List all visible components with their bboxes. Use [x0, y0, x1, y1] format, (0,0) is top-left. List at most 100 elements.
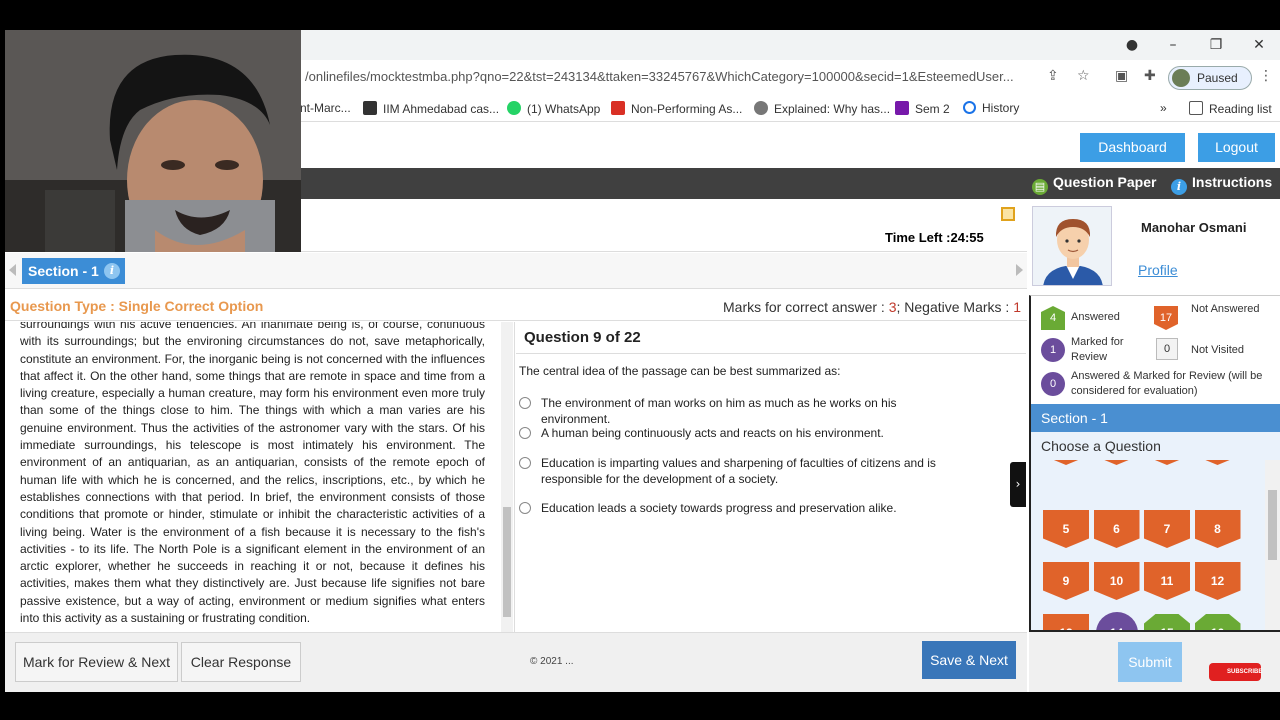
palette-partial-button[interactable] [1144, 460, 1190, 465]
star-icon[interactable]: ☆ [1077, 68, 1090, 84]
close-button[interactable]: ✕ [1244, 34, 1274, 56]
question-paper-link[interactable]: ▤ Question Paper [1032, 174, 1156, 195]
bookmark-label: (1) WhatsApp [527, 102, 601, 116]
question-button-5[interactable]: 5 [1043, 510, 1089, 548]
correct-marks: 3 [888, 299, 897, 315]
passage-scrollbar[interactable] [501, 322, 513, 632]
question-paper-icon: ▤ [1032, 179, 1048, 195]
question-button-8[interactable]: 8 [1194, 510, 1241, 548]
bookmark-label: Explained: Why has... [774, 102, 891, 116]
answered-label: Answered [1071, 311, 1120, 323]
radio-button[interactable] [519, 457, 531, 469]
option-1[interactable]: The environment of man works on him as m… [519, 395, 959, 427]
reading-list-label: Reading list [1209, 102, 1272, 116]
not-visited-label: Not Visited [1191, 344, 1244, 356]
c-icon [611, 101, 625, 115]
profile-paused-chip[interactable]: Paused [1168, 66, 1252, 90]
bookmark-2[interactable]: (1) WhatsApp [507, 101, 600, 116]
instructions-label: Instructions [1192, 174, 1273, 190]
not-answered-label: Not Answered [1191, 303, 1260, 315]
scroll-left-icon[interactable] [9, 264, 16, 276]
bookmark-label: History [982, 101, 1020, 115]
bookmark-4[interactable]: Explained: Why has... [754, 101, 890, 116]
question-button-7[interactable]: 7 [1144, 510, 1190, 548]
question-text: The central idea of the passage can be b… [519, 364, 841, 378]
palette-partial-button[interactable] [1043, 460, 1089, 465]
answered-badge: 4 [1041, 306, 1065, 330]
option-label: A human being continuously acts and reac… [541, 426, 884, 440]
restore-button[interactable]: ❐ [1201, 34, 1231, 56]
mark-review-next-button[interactable]: Mark for Review & Next [15, 642, 178, 682]
question-button-14[interactable]: 14 [1095, 612, 1138, 630]
more-bookmarks-icon[interactable]: » [1160, 101, 1167, 115]
option-4[interactable]: Education leads a society towards progre… [519, 500, 959, 516]
instructions-link[interactable]: i Instructions [1171, 174, 1272, 195]
reading-list[interactable]: Reading list [1189, 101, 1272, 116]
question-button-9[interactable]: 9 [1043, 562, 1089, 600]
palette-partial-button[interactable] [1093, 460, 1140, 465]
paused-label: Paused [1197, 71, 1238, 85]
option-2[interactable]: A human being continuously acts and reac… [519, 425, 959, 441]
puzzle-icon[interactable]: ✚ [1144, 68, 1156, 84]
bookmark-6[interactable]: History [963, 101, 1019, 115]
bookmark-label: nt-Marc... [300, 101, 351, 115]
question-button-11[interactable]: 11 [1144, 562, 1190, 600]
question-button-12[interactable]: 12 [1194, 562, 1241, 600]
question-button-16[interactable]: 16 [1194, 614, 1241, 630]
radio-button[interactable] [519, 502, 531, 514]
answered-marked-badge: 0 [1041, 372, 1065, 396]
section-bar: Section - 1 i [5, 253, 1027, 289]
answered-marked-label: Answered & Marked for Review (will be co… [1071, 370, 1263, 397]
footer-bar: Mark for Review & Next Clear Response Sa… [5, 632, 1027, 692]
clear-response-button[interactable]: Clear Response [181, 642, 301, 682]
radio-button[interactable] [519, 397, 531, 409]
dashboard-button[interactable]: Dashboard [1080, 133, 1185, 162]
question-pane: Question 9 of 22 The central idea of the… [516, 322, 1026, 632]
marks-prefix: Marks for correct answer : [723, 299, 889, 315]
question-button-13[interactable]: 13 [1043, 614, 1089, 630]
palette-partial-button[interactable] [1194, 460, 1241, 465]
marks-info: Marks for correct answer : 3; Negative M… [723, 299, 1021, 315]
scroll-thumb[interactable] [503, 507, 511, 617]
profile-link[interactable]: Profile [1138, 262, 1178, 278]
option-3[interactable]: Education is imparting values and sharpe… [519, 455, 959, 487]
submit-area: Submit [1029, 632, 1280, 692]
save-next-button[interactable]: Save & Next [922, 641, 1016, 679]
choose-question-label: Choose a Question [1029, 432, 1280, 460]
avatar [1172, 69, 1190, 87]
bookmark-5[interactable]: Sem 2 [895, 101, 950, 116]
scroll-thumb[interactable] [1268, 490, 1277, 560]
not-visited-badge: 0 [1156, 338, 1178, 360]
share-icon[interactable]: ⇪ [1047, 68, 1059, 84]
info-icon: i [1171, 179, 1187, 195]
palette-scrollbar[interactable] [1265, 460, 1280, 630]
bookmark-3[interactable]: Non-Performing As... [611, 101, 742, 116]
collapse-panel-button[interactable]: › [1010, 462, 1026, 507]
kebab-menu-icon[interactable]: ⋮ [1259, 68, 1273, 84]
question-button-10[interactable]: 10 [1093, 562, 1140, 600]
minimize-button[interactable]: – [1158, 34, 1188, 56]
question-button-15[interactable]: 15 [1144, 614, 1190, 630]
question-button-6[interactable]: 6 [1093, 510, 1140, 548]
submit-button[interactable]: Submit [1118, 642, 1182, 682]
url-field[interactable]: /onlinefiles/mocktestmba.php?qno=22&tst=… [305, 69, 1045, 87]
user-name: Manohar Osmani [1141, 220, 1247, 235]
calculator-icon[interactable] [1001, 207, 1015, 221]
radio-button[interactable] [519, 427, 531, 439]
passage-pane: surroundings with his active tendencies.… [5, 322, 515, 632]
extension-k-icon[interactable]: ▣ [1115, 68, 1128, 84]
question-heading: Question 9 of 22 [516, 322, 1026, 354]
history-icon [963, 101, 976, 114]
globe-icon [754, 101, 768, 115]
bookmark-1[interactable]: IIM Ahmedabad cas... [363, 101, 499, 116]
not-answered-badge: 17 [1154, 306, 1178, 330]
scroll-right-icon[interactable] [1016, 264, 1023, 276]
section-info-icon[interactable]: i [104, 263, 120, 279]
bookmark-0[interactable]: nt-Marc... [300, 101, 351, 115]
section-tab[interactable]: Section - 1 i [22, 258, 125, 284]
whatsapp-icon [507, 101, 521, 115]
profile-menu-icon[interactable]: ● [1117, 34, 1147, 56]
time-left: Time Left :24:55 [885, 230, 984, 245]
option-label: Education is imparting values and sharpe… [541, 456, 936, 486]
logout-button[interactable]: Logout [1198, 133, 1275, 162]
